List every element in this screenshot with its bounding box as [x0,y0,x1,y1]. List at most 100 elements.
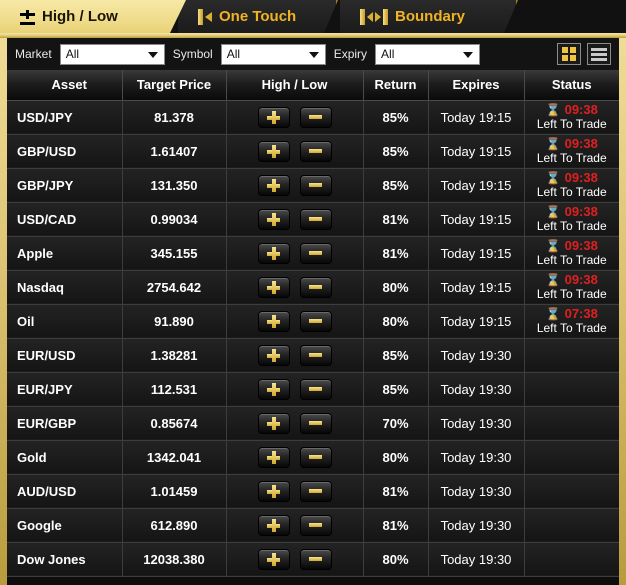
call-high-button[interactable] [257,344,290,366]
call-high-button[interactable] [257,514,290,536]
cell-asset: Apple [7,236,123,271]
status-countdown: 09:38 [564,271,598,287]
market-select-value: All [65,47,80,61]
call-high-button[interactable] [257,208,290,230]
tab-one-touch[interactable]: One Touch [178,0,338,33]
chevron-down-icon [308,52,319,58]
list-view-button[interactable] [587,43,611,65]
view-mode-buttons [557,43,611,65]
column-header-target-price[interactable]: Target Price [122,70,227,101]
put-low-button[interactable] [299,242,332,264]
table-row[interactable]: AUD/USD 1.01459 81% Today 19:30 [7,474,619,509]
put-low-button[interactable] [299,174,332,196]
chevron-down-icon [463,52,474,58]
call-high-button[interactable] [257,174,290,196]
put-low-button[interactable] [299,208,332,230]
table-row[interactable]: EUR/GBP 0.85674 70% Today 19:30 [7,406,619,441]
cell-return: 85% [363,100,429,135]
put-low-button[interactable] [299,514,332,536]
status-countdown: 09:38 [564,203,598,219]
table-header: Asset Target Price High / Low Return Exp… [7,70,619,101]
cell-target-price: 1.38281 [122,338,227,373]
cell-expires: Today 19:30 [428,542,525,577]
table-row[interactable]: Nasdaq 2754.642 80% Today 19:15 ⌛ 09:38 Left T… [7,270,619,305]
table-row[interactable]: USD/JPY 81.378 85% Today 19:15 ⌛ 09:38 Left To… [7,100,619,135]
put-low-button[interactable] [299,378,332,400]
table-row[interactable]: Dow Jones 12038.380 80% Today 19:30 [7,542,619,577]
cell-return: 80% [363,304,429,339]
table-row[interactable]: EUR/USD 1.38281 85% Today 19:30 [7,338,619,373]
cell-high-low [226,508,364,543]
minus-icon [309,523,322,527]
column-header-asset[interactable]: Asset [7,70,123,101]
put-low-button[interactable] [299,276,332,298]
cell-target-price: 12038.380 [122,542,227,577]
call-high-button[interactable] [257,242,290,264]
grid-view-button[interactable] [557,43,581,65]
cell-target-price: 81.378 [122,100,227,135]
column-header-expires[interactable]: Expires [428,70,525,101]
table-row[interactable]: EUR/JPY 112.531 85% Today 19:30 [7,372,619,407]
column-header-high-low[interactable]: High / Low [226,70,364,101]
table-row[interactable]: Gold 1342.041 80% Today 19:30 [7,440,619,475]
call-high-button[interactable] [257,140,290,162]
status-badge-label: Left To Trade [536,184,607,199]
cell-expires: Today 19:30 [428,440,525,475]
put-low-button[interactable] [299,344,332,366]
put-low-button[interactable] [299,446,332,468]
table-row[interactable]: Apple 345.155 81% Today 19:15 ⌛ 09:38 Left To … [7,236,619,271]
cell-high-low [226,304,364,339]
cell-asset: EUR/USD [7,338,123,373]
status-countdown: 09:38 [564,169,598,185]
column-header-status[interactable]: Status [524,70,619,101]
market-select[interactable]: All [59,43,165,65]
symbol-filter-label: Symbol [172,47,213,61]
cell-return: 85% [363,372,429,407]
tab-boundary[interactable]: Boundary [340,0,518,33]
plus-icon [267,178,280,192]
table-row[interactable]: GBP/USD 1.61407 85% Today 19:15 ⌛ 09:38 Left T… [7,134,619,169]
cell-asset: Nasdaq [7,270,123,305]
table-row[interactable]: USD/CAD 0.99034 81% Today 19:15 ⌛ 09:38 Left T… [7,202,619,237]
put-low-button[interactable] [299,412,332,434]
cell-asset: AUD/USD [7,474,123,509]
put-low-button[interactable] [299,106,332,128]
call-high-button[interactable] [257,276,290,298]
expiry-select[interactable]: All [375,43,481,65]
call-high-button[interactable] [257,310,290,332]
cell-expires: Today 19:30 [428,338,525,373]
call-high-button[interactable] [257,480,290,502]
put-low-button[interactable] [299,480,332,502]
minus-icon [309,115,322,119]
call-high-button[interactable] [257,378,290,400]
cell-status: ⌛ 09:38 Left To Trade [524,202,619,237]
market-filter-label: Market [15,47,52,61]
tab-boundary-label: Boundary [395,8,466,25]
table-row[interactable]: GBP/JPY 131.350 85% Today 19:15 ⌛ 09:38 Left T… [7,168,619,203]
column-header-return[interactable]: Return [363,70,429,101]
call-high-button[interactable] [257,446,290,468]
expiry-filter-label: Expiry [333,47,368,61]
cell-asset: USD/JPY [7,100,123,135]
call-high-button[interactable] [257,548,290,570]
put-low-button[interactable] [299,310,332,332]
call-high-button[interactable] [257,106,290,128]
minus-icon [309,183,322,187]
cell-high-low [226,270,364,305]
call-high-button[interactable] [257,412,290,434]
table-row[interactable]: Google 612.890 81% Today 19:30 [7,508,619,543]
cell-expires: Today 19:15 [428,100,525,135]
cell-asset: USD/CAD [7,202,123,237]
cell-return: 81% [363,236,429,271]
expiry-select-value: All [381,47,395,61]
put-low-button[interactable] [299,548,332,570]
put-low-button[interactable] [299,140,332,162]
status-badge-label: Left To Trade [536,218,607,233]
symbol-select[interactable]: All [220,43,326,65]
hourglass-icon: ⌛ [545,307,561,322]
tab-high-low[interactable]: High / Low [0,0,186,33]
minus-icon [309,353,322,357]
table-row[interactable]: Oil 91.890 80% Today 19:15 ⌛ 07:38 Left To Tra… [7,304,619,339]
hourglass-icon: ⌛ [545,171,561,186]
status-badge-label: Left To Trade [536,286,607,301]
